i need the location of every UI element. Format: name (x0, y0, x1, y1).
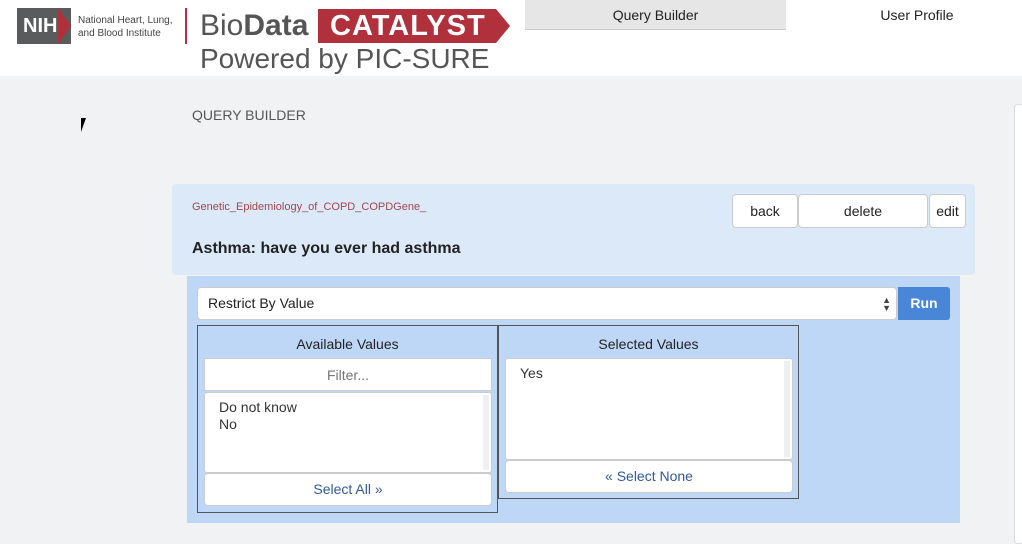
side-panel-edge (1014, 104, 1022, 544)
header: NIH National Heart, Lung, and Blood Insti… (0, 0, 1022, 76)
back-button[interactable]: back (732, 194, 798, 228)
mouse-cursor-icon (81, 118, 91, 132)
list-item[interactable]: Yes (520, 365, 778, 382)
brand-powered-by: Powered by PIC-SURE (200, 43, 490, 74)
available-values-title: Available Values (296, 336, 399, 352)
filter-input[interactable] (204, 358, 492, 391)
brand-catalyst: CATALYST (318, 9, 496, 43)
nih-text-line1: National Heart, Lung, (78, 15, 173, 26)
study-name: Genetic_Epidemiology_of_COPD_COPDGene_ (192, 201, 427, 213)
concept-title: Asthma: have you ever had asthma (192, 240, 461, 257)
list-item[interactable]: Do not know (219, 399, 477, 416)
brand-biodata: BioData (200, 8, 308, 44)
logo-divider (185, 8, 187, 44)
select-value: Restrict By Value (208, 295, 315, 311)
tab-user-profile[interactable]: User Profile (786, 0, 1022, 30)
select-none-button[interactable]: « Select None (505, 460, 793, 493)
selected-values-list[interactable]: Yes (505, 358, 793, 460)
nih-chevron-icon (58, 8, 71, 44)
select-arrows-icon: ▲ ▼ (882, 295, 891, 313)
selected-values-title: Selected Values (598, 336, 699, 352)
available-values-list[interactable]: Do not know No (204, 392, 492, 473)
run-button[interactable]: Run (898, 287, 950, 320)
selected-values-box: Selected Values Yes « Select None (498, 325, 799, 499)
tab-query-builder[interactable]: Query Builder (525, 0, 786, 30)
catalyst-chevron-icon (496, 9, 510, 43)
delete-button[interactable]: delete (798, 194, 928, 228)
nih-institute-name: National Heart, Lung, and Blood Institute (78, 14, 173, 40)
query-concept-panel: Genetic_Epidemiology_of_COPD_COPDGene_ A… (172, 184, 975, 275)
page-title: QUERY BUILDER (192, 107, 306, 123)
restrict-panel: Restrict By Value ▲ ▼ Run Available Values… (187, 276, 960, 523)
nih-text-line2: and Blood Institute (78, 28, 161, 39)
edit-button[interactable]: edit (929, 194, 966, 228)
list-item[interactable]: No (219, 416, 477, 433)
available-values-box: Available Values Do not know No Select A… (197, 325, 498, 513)
select-all-button[interactable]: Select All » (204, 473, 492, 506)
brand-bio: Bio (200, 9, 244, 42)
restriction-type-select[interactable]: Restrict By Value ▲ ▼ (197, 287, 897, 320)
brand-data: Data (243, 9, 309, 42)
